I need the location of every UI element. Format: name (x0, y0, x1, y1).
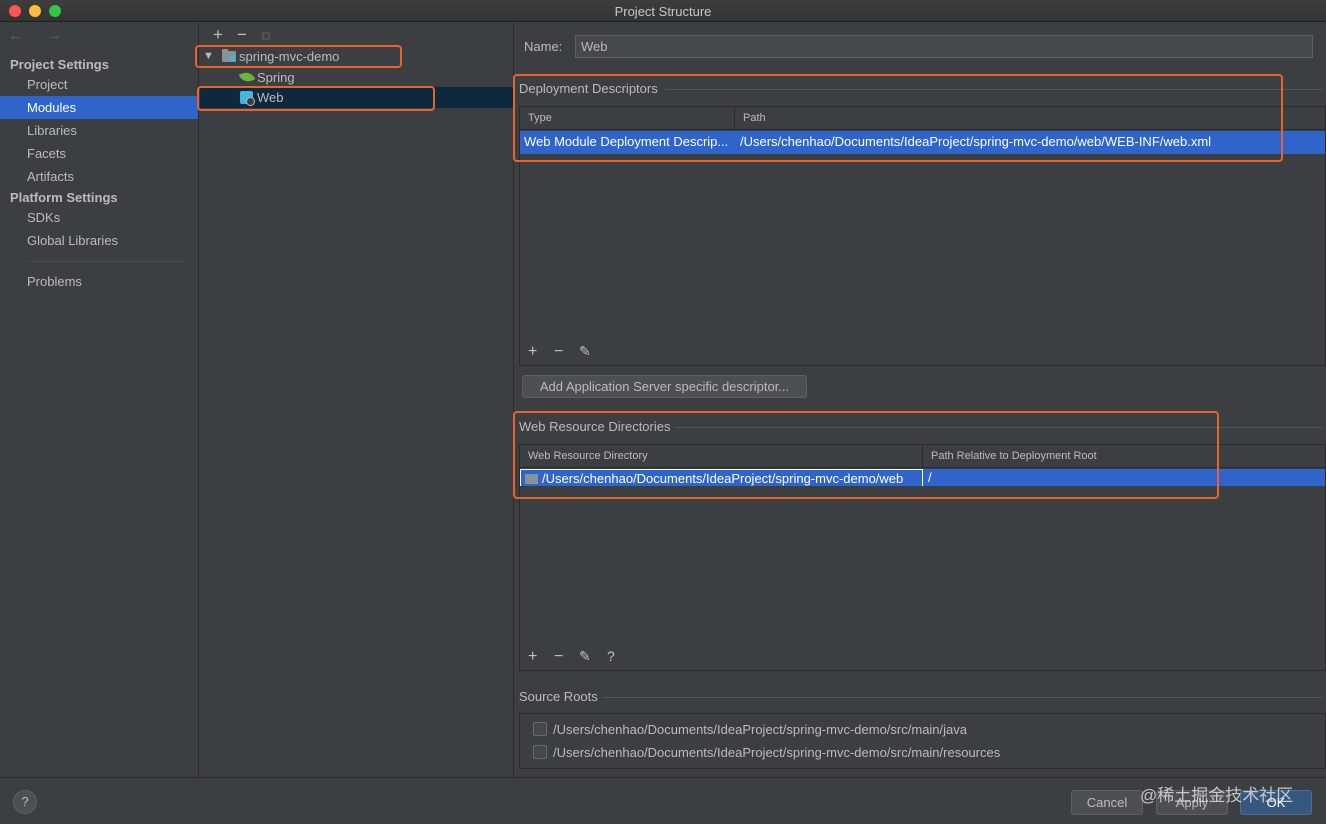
help-icon[interactable]: ? (607, 648, 615, 664)
project-settings-header: Project Settings (10, 57, 109, 72)
spring-leaf-icon (238, 69, 256, 85)
name-input[interactable] (575, 35, 1313, 58)
nav-item-sdks[interactable]: SDKs (0, 206, 198, 229)
tree-node-label: Spring (257, 70, 295, 85)
nav-item-facets[interactable]: Facets (0, 142, 198, 165)
source-root-path: /Users/chenhao/Documents/IdeaProject/spr… (553, 722, 968, 737)
add-icon[interactable]: + (528, 343, 537, 361)
deployment-toolbar: + − ✎ (519, 340, 1326, 366)
nav-item-global-libraries[interactable]: Global Libraries (0, 229, 198, 252)
remove-icon[interactable]: − (554, 343, 563, 361)
add-icon[interactable]: + (528, 648, 537, 666)
section-divider (603, 697, 1323, 698)
web-resource-toolbar: + − ✎ ? (519, 645, 1326, 671)
source-roots-title: Source Roots (519, 689, 598, 704)
web-resource-table-empty-area (519, 486, 1326, 645)
watermark: @稀土掘金技术社区 (1140, 786, 1294, 805)
nav-item-modules[interactable]: Modules (0, 96, 198, 119)
highlight-box-web-resources (513, 411, 1219, 499)
highlight-box-web-facet (197, 86, 435, 111)
settings-nav: ← → Project Settings Project Modules Lib… (0, 23, 199, 777)
nav-item-libraries[interactable]: Libraries (0, 119, 198, 142)
remove-icon[interactable]: − (554, 648, 563, 666)
deployment-table-empty-area (519, 154, 1326, 340)
window-title: Project Structure (614, 4, 712, 19)
platform-settings-header: Platform Settings (10, 190, 118, 205)
nav-item-problems[interactable]: Problems (0, 270, 198, 293)
tree-toolbar: + − ⧉ (206, 25, 278, 45)
cancel-button[interactable]: Cancel (1071, 790, 1143, 815)
name-label: Name: (524, 39, 563, 54)
add-icon[interactable]: + (206, 25, 230, 45)
source-root-path: /Users/chenhao/Documents/IdeaProject/spr… (553, 745, 1001, 760)
remove-icon[interactable]: − (230, 25, 254, 45)
module-tree-pane: + − ⧉ ▼ spring-mvc-demo Spring Web (200, 23, 514, 777)
highlight-box-module (195, 45, 402, 68)
source-root-checkbox[interactable] (533, 745, 547, 759)
dialog-footer: ? Cancel Apply OK @稀土掘金技术社区 (0, 777, 1326, 824)
nav-item-project[interactable]: Project (0, 73, 198, 96)
nav-divider (27, 261, 187, 262)
add-server-descriptor-button[interactable]: Add Application Server specific descript… (522, 375, 807, 398)
title-bar: Project Structure (0, 0, 1326, 22)
edit-icon[interactable]: ✎ (579, 648, 591, 665)
help-button[interactable]: ? (13, 790, 37, 814)
copy-icon[interactable]: ⧉ (254, 28, 278, 44)
source-root-checkbox[interactable] (533, 722, 547, 736)
source-roots-list: /Users/chenhao/Documents/IdeaProject/spr… (519, 713, 1326, 769)
edit-icon[interactable]: ✎ (579, 343, 591, 360)
tree-node-spring[interactable]: Spring (200, 67, 514, 88)
back-forward-arrows-icon[interactable]: ← → (8, 27, 72, 44)
highlight-box-deployment (513, 74, 1283, 162)
nav-item-artifacts[interactable]: Artifacts (0, 165, 198, 188)
